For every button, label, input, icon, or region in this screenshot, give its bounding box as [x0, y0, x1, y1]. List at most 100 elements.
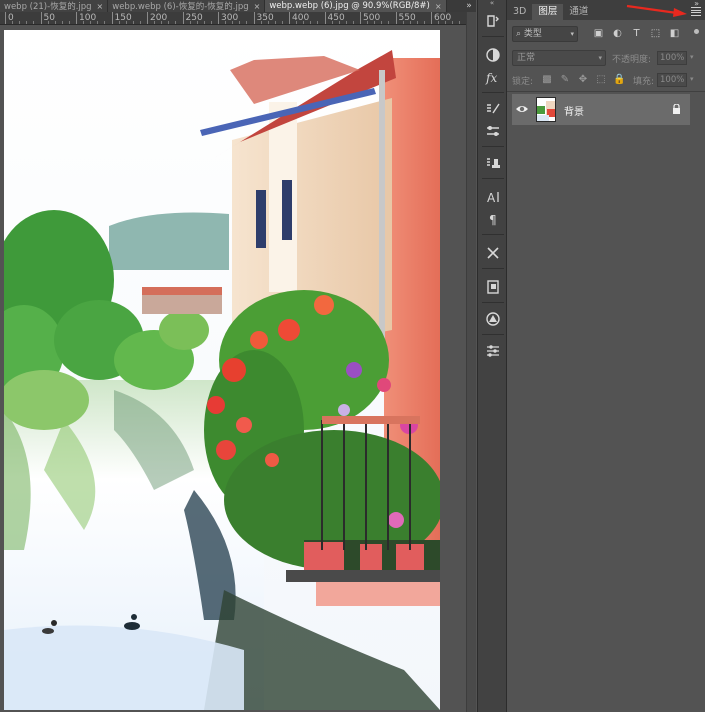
ruler-minor-tick [317, 21, 319, 24]
shape-filter-icon[interactable]: ⬚ [650, 28, 661, 39]
ruler-minor-tick [68, 21, 70, 24]
pixel-filter-icon[interactable]: ▣ [593, 28, 604, 39]
character-icon[interactable]: A [478, 186, 508, 208]
adjustment-filter-icon[interactable]: ◐ [612, 28, 623, 39]
close-icon[interactable]: × [435, 2, 442, 11]
clone-source-icon[interactable] [478, 120, 508, 142]
document-canvas-image[interactable] [4, 30, 440, 710]
ruler-minor-tick [90, 21, 92, 24]
fill-field[interactable]: 100% [657, 73, 687, 87]
sliders-icon[interactable] [478, 340, 508, 362]
ruler-tick [147, 12, 148, 24]
blend-mode-label: 正常 [517, 53, 536, 63]
ruler-minor-tick [416, 21, 418, 24]
filter-kind-select[interactable]: ⌕ 类型 ▾ [512, 26, 578, 42]
opacity-field[interactable]: 100% [657, 51, 687, 65]
lock-row: 锁定: ▩ ✎ ✥ ⬚ 🔒 填充: 100% ▾ [507, 72, 705, 88]
close-icon[interactable]: × [97, 2, 104, 11]
ruler-minor-tick [189, 21, 191, 24]
ruler-minor-tick [352, 21, 354, 24]
ruler-minor-tick [132, 21, 134, 24]
collapse-icon[interactable]: « [478, 0, 506, 7]
smart-object-filter-icon[interactable]: ◧ [669, 28, 680, 39]
ruler-minor-tick [274, 21, 276, 24]
document-tab-label: webp (21)-恢复的.jpg [4, 2, 92, 12]
ruler-minor-tick [19, 21, 21, 24]
panel-menu-icon[interactable] [691, 7, 701, 16]
ruler-minor-tick [388, 21, 390, 24]
ruler-minor-tick [210, 21, 212, 24]
ruler-minor-tick [104, 21, 106, 24]
blend-mode-select[interactable]: 正常 ▾ [512, 50, 606, 66]
lock-all-icon[interactable]: 🔒 [613, 74, 625, 86]
lock-position-icon[interactable]: ✥ [577, 74, 589, 86]
chevron-down-icon[interactable]: ▾ [690, 75, 694, 83]
ruler-minor-tick [374, 21, 376, 24]
ruler-minor-tick [239, 21, 241, 24]
type-filter-icon[interactable]: T [631, 28, 642, 39]
ruler-tick-label: 100 [79, 13, 97, 23]
ruler-tick [111, 12, 113, 24]
ruler-tick-label: 350 [256, 13, 274, 23]
ruler-minor-tick [303, 21, 305, 24]
adjustments-circle-icon[interactable] [478, 308, 508, 330]
tool-separator [482, 92, 504, 93]
ruler-tick [431, 12, 432, 24]
ruler-minor-tick [175, 21, 177, 24]
vertical-scrollbar[interactable] [466, 12, 476, 712]
ruler-minor-tick [118, 21, 120, 24]
tab-layers[interactable]: 图层 [532, 4, 564, 20]
ruler-minor-tick [139, 21, 141, 24]
ruler-minor-tick [83, 21, 85, 24]
tool-separator [482, 178, 504, 179]
ruler-minor-tick [125, 21, 127, 24]
stamp-icon[interactable] [478, 152, 508, 174]
ruler-tick-label: 600 [434, 13, 452, 23]
ruler-minor-tick [267, 21, 269, 24]
tab-3d[interactable]: 3D [507, 4, 532, 20]
layer-thumbnail[interactable] [536, 97, 556, 122]
ruler-minor-tick [445, 21, 447, 24]
brush-settings-icon[interactable] [478, 98, 508, 120]
lock-artboard-icon[interactable]: ⬚ [595, 74, 607, 86]
fx-icon[interactable]: fx [478, 66, 508, 88]
ruler-minor-tick [452, 21, 454, 24]
ruler-minor-tick [33, 21, 35, 24]
properties-icon[interactable] [478, 276, 508, 298]
eye-icon[interactable] [515, 102, 529, 116]
document-tab-1[interactable]: webp (21)-恢复的.jpg × [0, 0, 109, 12]
ruler-minor-tick [331, 21, 333, 24]
lock-image-icon[interactable]: ✎ [559, 74, 571, 86]
layer-row[interactable]: 背景 [512, 94, 690, 125]
paragraph-icon[interactable]: ¶ [478, 208, 508, 230]
horizontal-ruler[interactable]: 0 50 100 150 200 250 300 350 400 450 500 550 600 [0, 12, 466, 25]
svg-text:A: A [487, 191, 496, 205]
tools-preset-icon[interactable] [478, 242, 508, 264]
filter-kind-label: 类型 [523, 29, 542, 39]
ruler-minor-tick [438, 21, 440, 24]
ruler-minor-tick [47, 21, 49, 24]
filter-toggle-icon[interactable] [694, 29, 699, 34]
lock-transparent-icon[interactable]: ▩ [541, 74, 553, 86]
tab-overflow-icon[interactable]: » [462, 0, 476, 12]
document-tab-2[interactable]: webp.webp (6)-恢复的-恢复的.jpg × [108, 0, 266, 12]
document-tab-active[interactable]: webp.webp (6).jpg @ 90.9%(RGB/8#) × [265, 0, 447, 12]
ruler-tick [182, 12, 184, 24]
ruler-minor-tick [26, 21, 28, 24]
close-icon[interactable]: × [254, 2, 261, 11]
opacity-label: 不透明度: [612, 55, 652, 65]
adjustment-icon[interactable] [478, 44, 508, 66]
ruler-minor-tick [296, 21, 298, 24]
chevron-down-icon[interactable]: ▾ [690, 53, 694, 61]
ruler-tick [5, 12, 6, 24]
history-brush-icon[interactable] [478, 10, 508, 32]
document-tab-bar: webp (21)-恢复的.jpg × webp.webp (6)-恢复的-恢复… [0, 0, 476, 12]
document-tab-label: webp.webp (6)-恢复的-恢复的.jpg [112, 2, 249, 12]
tab-channels[interactable]: 通道 [563, 4, 594, 20]
ruler-minor-tick [459, 21, 461, 24]
tool-separator [482, 146, 504, 147]
lock-icon[interactable] [672, 104, 681, 114]
layer-filter-row: ⌕ 类型 ▾ ▣ ◐ T ⬚ ◧ [507, 24, 705, 44]
ruler-tick [324, 12, 326, 24]
ruler-tick-label: 200 [150, 13, 168, 23]
